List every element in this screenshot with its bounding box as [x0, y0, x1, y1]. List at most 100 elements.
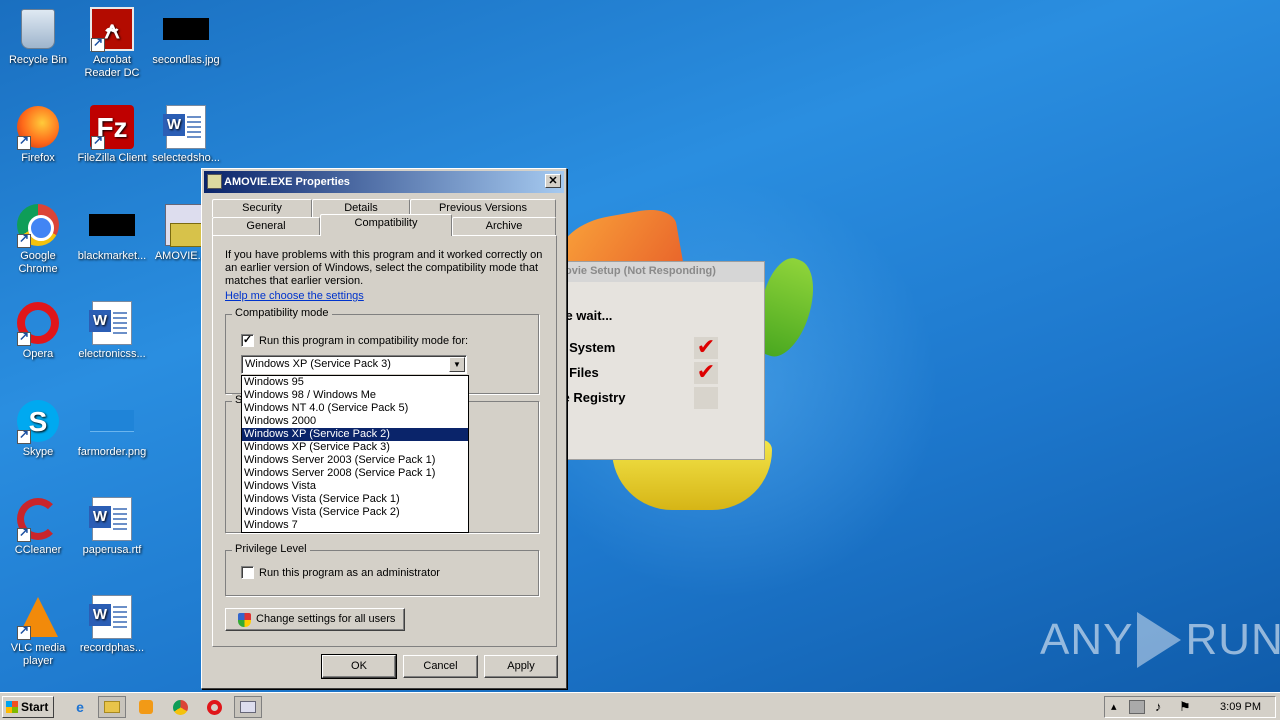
- anyrun-watermark: ANY RUN: [1040, 612, 1280, 668]
- desktop-icon-paperusa[interactable]: paperusa.rtf: [74, 496, 150, 557]
- desktop-icon-recycle-bin[interactable]: Recycle Bin: [0, 6, 76, 67]
- watermark-text: ANY: [1040, 615, 1134, 664]
- run-as-admin-label: Run this program as an administrator: [259, 567, 440, 579]
- dropdown-option[interactable]: Windows 7: [242, 519, 468, 532]
- desktop-icon-acrobat[interactable]: ⍲ Acrobat Reader DC: [74, 6, 150, 80]
- chevron-down-icon[interactable]: ▼: [449, 357, 465, 372]
- desktop-icon-selectedsho[interactable]: selectedsho...: [148, 104, 224, 165]
- app-icon: [207, 174, 222, 189]
- explorer-folder-icon[interactable]: [98, 696, 126, 718]
- image-file-icon: [90, 410, 134, 432]
- compat-mode-select[interactable]: Windows XP (Service Pack 3) ▼: [241, 355, 467, 374]
- internet-explorer-icon[interactable]: e: [66, 696, 94, 718]
- setup-window-title: ovie Setup (Not Responding): [541, 262, 764, 282]
- shortcut-arrow-icon: [17, 428, 31, 444]
- check-mark-icon: ✔: [694, 336, 718, 359]
- compat-mode-dropdown-list: Windows 95 Windows 98 / Windows Me Windo…: [241, 375, 469, 533]
- setup-window-not-responding[interactable]: ovie Setup (Not Responding) ase wait... …: [540, 261, 765, 460]
- desktop-icon-label: farmorder.png: [77, 446, 147, 458]
- word-doc-icon: [89, 301, 132, 345]
- dropdown-option[interactable]: Windows 98 / Windows Me: [242, 389, 468, 402]
- opera-icon[interactable]: [200, 696, 228, 718]
- desktop-icon-firefox[interactable]: Firefox: [0, 104, 76, 165]
- dropdown-option-highlighted[interactable]: Windows XP (Service Pack 2): [242, 428, 468, 441]
- network-icon[interactable]: [1129, 700, 1145, 714]
- check-mark-icon: ✔: [694, 361, 718, 384]
- run-as-admin-checkbox[interactable]: [241, 566, 254, 579]
- dialog-titlebar[interactable]: AMOVIE.EXE Properties ✕: [204, 171, 564, 193]
- desktop-icon-label: Skype: [22, 446, 54, 458]
- taskbar: Start e ▴ ♪ ⚑ 3:09 PM: [0, 692, 1280, 720]
- dropdown-option[interactable]: Windows 2000: [242, 415, 468, 428]
- shortcut-arrow-icon: [91, 134, 105, 150]
- compat-mode-checkbox[interactable]: ✓: [241, 334, 254, 347]
- play-logo-icon: [1137, 612, 1182, 668]
- close-button[interactable]: ✕: [545, 174, 561, 188]
- group-label: Privilege Level: [232, 543, 310, 555]
- dropdown-option[interactable]: Windows XP (Service Pack 3): [242, 441, 468, 454]
- desktop-icon-label: VLC media player: [10, 642, 66, 667]
- desktop-icon-label: paperusa.rtf: [82, 544, 142, 556]
- start-button[interactable]: Start: [2, 696, 54, 718]
- cancel-button[interactable]: Cancel: [403, 655, 478, 678]
- word-doc-icon: [163, 105, 206, 149]
- dropdown-option[interactable]: Windows Server 2008 (Service Pack 1): [242, 467, 468, 480]
- desktop-icon-label: selectedsho...: [152, 152, 220, 164]
- group-label: Compatibility mode: [232, 307, 332, 319]
- dropdown-option[interactable]: Windows NT 4.0 (Service Pack 5): [242, 402, 468, 415]
- show-hidden-icon[interactable]: ▴: [1111, 700, 1117, 713]
- tab-compatibility[interactable]: Compatibility: [320, 214, 452, 236]
- change-settings-all-users-button[interactable]: Change settings for all users: [225, 608, 405, 631]
- image-file-icon: [163, 18, 209, 40]
- desktop-icon-skype[interactable]: S Skype: [0, 398, 76, 459]
- tab-security[interactable]: Security: [212, 199, 312, 217]
- desktop-icon-label: Opera: [22, 348, 54, 360]
- tab-general[interactable]: General: [212, 217, 320, 235]
- desktop-icon-opera[interactable]: Opera: [0, 300, 76, 361]
- desktop-icon-label: Acrobat Reader DC: [84, 54, 140, 79]
- button-label: Change settings for all users: [256, 613, 396, 625]
- setup-window-icon[interactable]: [234, 696, 262, 718]
- dropdown-option[interactable]: Windows Vista (Service Pack 1): [242, 493, 468, 506]
- desktop-icon-recordphas[interactable]: recordphas...: [74, 594, 150, 655]
- shortcut-arrow-icon: [91, 36, 105, 52]
- tab-archive[interactable]: Archive: [452, 217, 556, 235]
- selected-value: Windows XP (Service Pack 3): [245, 358, 391, 370]
- watermark-text: RUN: [1185, 615, 1280, 664]
- image-file-icon: [89, 214, 135, 236]
- desktop-icon-label: CCleaner: [14, 544, 62, 556]
- clock[interactable]: 3:09 PM: [1220, 701, 1261, 713]
- shortcut-arrow-icon: [17, 232, 31, 248]
- desktop-icon-label: Firefox: [21, 152, 55, 164]
- desktop-icon-label: Google Chrome: [18, 250, 58, 275]
- desktop-icon-chrome[interactable]: Google Chrome: [0, 202, 76, 276]
- shortcut-arrow-icon: [17, 526, 31, 542]
- shortcut-arrow-icon: [17, 624, 31, 640]
- dropdown-option[interactable]: Windows Vista (Service Pack 2): [242, 506, 468, 519]
- action-center-flag-icon[interactable]: ⚑: [1179, 699, 1191, 715]
- help-link[interactable]: Help me choose the settings: [225, 290, 364, 302]
- ok-button[interactable]: OK: [321, 654, 397, 679]
- desktop-icon-label: blackmarket...: [77, 250, 147, 262]
- desktop-icon-filezilla[interactable]: Fz FileZilla Client: [74, 104, 150, 165]
- dialog-title: AMOVIE.EXE Properties: [224, 176, 350, 188]
- apply-button[interactable]: Apply: [484, 655, 558, 678]
- desktop-icon-label: recordphas...: [79, 642, 145, 654]
- desktop-icon-label: Recycle Bin: [8, 54, 68, 66]
- desktop-icon-ccleaner[interactable]: CCleaner: [0, 496, 76, 557]
- dropdown-option[interactable]: Windows 95: [242, 376, 468, 389]
- desktop-icon-label: FileZilla Client: [77, 152, 147, 164]
- desktop-icon-blackmarket[interactable]: blackmarket...: [74, 202, 150, 263]
- chrome-icon[interactable]: [166, 696, 194, 718]
- dropdown-option[interactable]: Windows Server 2003 (Service Pack 1): [242, 454, 468, 467]
- dropdown-option[interactable]: Windows Vista: [242, 480, 468, 493]
- media-player-icon[interactable]: [132, 696, 160, 718]
- desktop-icon-farmorder[interactable]: farmorder.png: [74, 398, 150, 459]
- word-doc-icon: [89, 497, 132, 541]
- desktop-icon-electronicss[interactable]: electronicss...: [74, 300, 150, 361]
- desktop-icon-label: electronicss...: [78, 348, 146, 360]
- desktop-icon-secondlas[interactable]: secondlas.jpg: [148, 6, 224, 67]
- desktop-icon-vlc[interactable]: VLC media player: [0, 594, 76, 668]
- system-tray: ▴ ♪ ⚑ 3:09 PM: [1104, 696, 1276, 718]
- volume-icon[interactable]: ♪: [1155, 699, 1162, 714]
